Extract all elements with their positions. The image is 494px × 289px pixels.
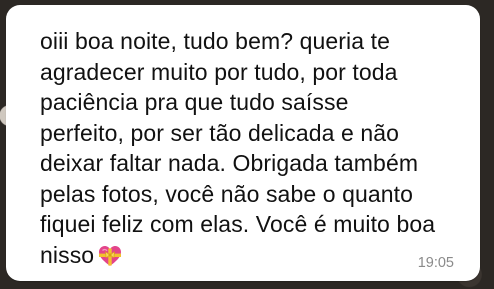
message-line: fiquei feliz com elas. Você é muito boa [40,211,436,237]
message-line: nisso [40,241,95,268]
message-text: oiii boa noite, tudo bem? queria te agra… [40,26,480,270]
message-line: paciência pra que tudo saísse [40,89,349,115]
message-last-line: nisso [40,240,480,271]
heart-with-ribbon-icon [99,245,122,266]
message-line: deixar faltar nada. Obrigada também [40,150,419,176]
message-line: agradecer muito por tudo, por toda [40,58,398,85]
message-timestamp: 19:05 [417,255,454,271]
message-line: perfeito, por ser tão delicada e não [40,119,400,146]
message-bubble[interactable]: oiii boa noite, tudo bem? queria te agra… [6,5,480,281]
message-line: pelas fotos, você não sabe o quanto [40,180,414,207]
message-line: oiii boa noite, tudo bem? queria te [40,28,391,54]
